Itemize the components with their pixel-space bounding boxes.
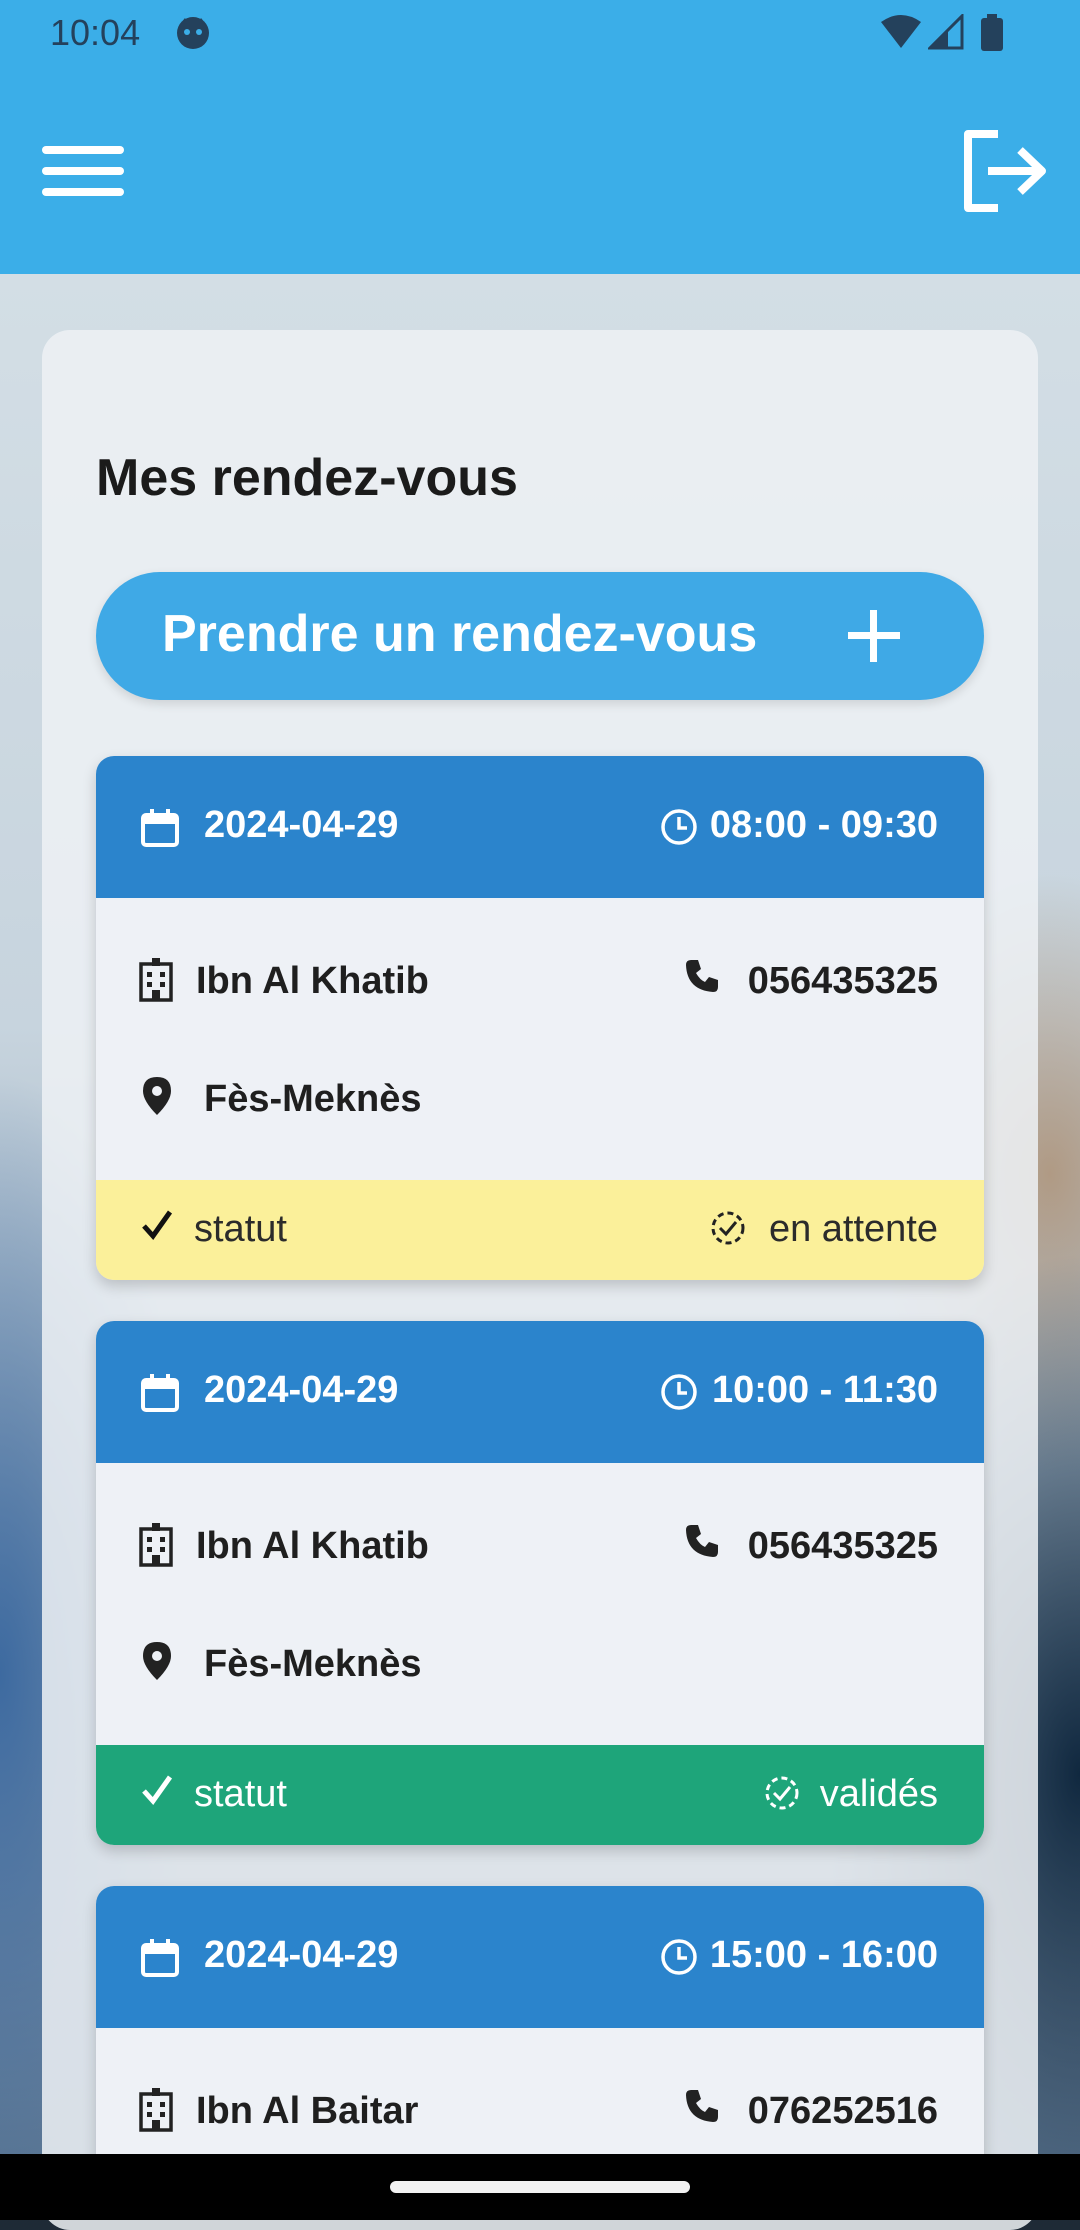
clock-icon <box>660 1938 698 1981</box>
status-value: en attente <box>768 1208 938 1250</box>
appointment-date: 2024-04-29 <box>204 1369 399 1411</box>
status-label: statut <box>194 1208 287 1250</box>
appointment-header: 2024-04-29 15:00 - 16:00 <box>96 1886 984 2028</box>
appointment-time: 15:00 - 16:00 <box>709 1934 938 1976</box>
plus-icon <box>844 606 904 671</box>
appointment-header: 2024-04-29 08:00 - 09:30 <box>96 756 984 898</box>
check-icon <box>140 1773 174 1812</box>
page-title: Mes rendez-vous <box>96 449 518 507</box>
phone-number: 056435325 <box>747 960 938 1002</box>
region-name: Fès-Meknès <box>204 1643 422 1685</box>
appointment-date: 2024-04-29 <box>204 1934 399 1976</box>
appointment-time: 08:00 - 09:30 <box>709 804 938 846</box>
menu-icon <box>42 146 124 196</box>
signal-icon <box>926 12 964 55</box>
phone-number: 076252516 <box>747 2090 938 2132</box>
appointment-body: Ibn Al Khatib 056435325 Fès-Meknès <box>96 898 984 1180</box>
calendar-icon <box>140 1938 180 1983</box>
home-gesture-handle[interactable] <box>390 2181 690 2193</box>
phone-number: 056435325 <box>747 1525 938 1567</box>
region-name: Fès-Meknès <box>204 1078 422 1120</box>
hospital-icon <box>138 1523 174 1572</box>
check-icon <box>140 1208 174 1247</box>
appointment-card[interactable]: 2024-04-29 08:00 - 09:30 Ibn Al Khatib 0… <box>96 756 984 1280</box>
battery-icon <box>980 14 1004 57</box>
status-bar-pending: statut en attente <box>96 1180 984 1280</box>
wifi-icon <box>880 14 922 55</box>
hospital-name: Ibn Al Baitar <box>196 2090 419 2132</box>
status-check-circle-icon <box>764 1775 800 1816</box>
logout-button[interactable] <box>958 128 1048 214</box>
calendar-icon <box>140 1373 180 1418</box>
location-icon <box>142 1076 172 1121</box>
appointment-card[interactable]: 2024-04-29 10:00 - 11:30 Ibn Al Khatib 0… <box>96 1321 984 1845</box>
appointment-time: 10:00 - 11:30 <box>711 1369 938 1411</box>
book-appointment-button[interactable]: Prendre un rendez-vous <box>96 572 984 700</box>
logout-icon <box>964 130 1046 212</box>
hospital-icon <box>138 2088 174 2137</box>
status-bar: 10:04 <box>0 0 1080 66</box>
phone-icon <box>684 958 720 999</box>
appointment-date: 2024-04-29 <box>204 804 399 846</box>
status-time: 10:04 <box>50 12 141 53</box>
phone-icon <box>684 2088 720 2129</box>
appointment-body: Ibn Al Khatib 056435325 Fès-Meknès <box>96 1463 984 1745</box>
hospital-icon <box>138 958 174 1007</box>
face-icon <box>174 14 212 57</box>
appointment-header: 2024-04-29 10:00 - 11:30 <box>96 1321 984 1463</box>
status-check-circle-icon <box>710 1210 746 1251</box>
navigation-bar <box>0 2154 1080 2220</box>
app-bar <box>0 66 1080 274</box>
hospital-name: Ibn Al Khatib <box>196 1525 429 1567</box>
book-appointment-label: Prendre un rendez-vous <box>162 605 758 663</box>
menu-button[interactable] <box>38 136 128 206</box>
status-label: statut <box>194 1773 287 1815</box>
calendar-icon <box>140 808 180 853</box>
appointment-card[interactable]: 2024-04-29 15:00 - 16:00 Ibn Al Baitar 0… <box>96 1886 984 2186</box>
clock-icon <box>660 808 698 851</box>
hospital-name: Ibn Al Khatib <box>196 960 429 1002</box>
phone-icon <box>684 1523 720 1564</box>
clock-icon <box>660 1373 698 1416</box>
location-icon <box>142 1641 172 1686</box>
status-bar-validated: statut validés <box>96 1745 984 1845</box>
status-value: validés <box>819 1773 938 1815</box>
